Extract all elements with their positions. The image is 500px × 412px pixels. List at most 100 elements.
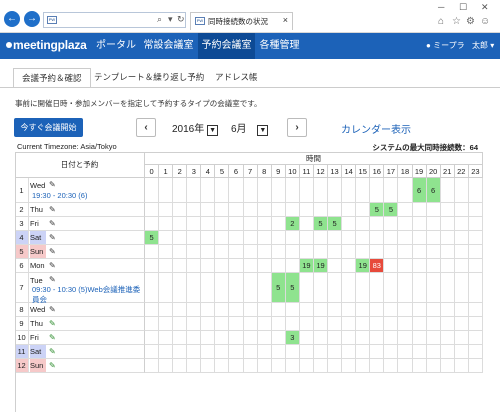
day-number: 10 [15,331,29,344]
user-menu[interactable]: ● ミープラ [426,33,465,59]
search-icon[interactable]: ⌕ [157,14,162,25]
close-window-icon[interactable]: ✕ [481,2,489,13]
hour-cell [454,245,469,259]
month-dropdown-icon[interactable]: ▼ [257,125,269,136]
start-meeting-button[interactable]: 今すぐ会議開始 [14,118,83,137]
hour-cell [370,273,385,303]
address-bar[interactable]: PW ⌕ ▾ ↻ [43,12,186,28]
browser-tab[interactable]: PW 同時接続数の状況 × [190,12,293,30]
edit-pencil-icon[interactable]: ✎ [49,219,56,228]
menu-portal[interactable]: ポータル [93,33,139,59]
prev-month-button[interactable]: ‹ [136,118,156,137]
hour-cell [229,317,244,331]
edit-pencil-icon[interactable]: ✎ [49,275,56,284]
hour-cell [201,345,216,359]
hour-cell [229,273,244,303]
menu-reserved-rooms[interactable]: 予約会議室 [198,33,255,59]
day-of-week: Sun [30,359,46,372]
edit-pencil-icon[interactable]: ✎ [49,205,56,214]
tab-close-icon[interactable]: × [283,15,288,25]
app-logo[interactable]: meetingplaza [6,38,87,52]
edit-pencil-icon[interactable]: ✎ [49,180,56,189]
dropdown-icon[interactable]: ▾ [168,14,173,25]
hour-cell [454,203,469,217]
hour-cell [229,178,244,203]
hour-cell [201,273,216,303]
hour-cell [398,303,413,317]
hour-cell [356,273,371,303]
home-icon[interactable]: ⌂ [438,16,444,27]
tab-reservation[interactable]: 会議予約＆確認 [13,68,91,88]
edit-pencil-icon[interactable]: ✎ [49,333,56,342]
tab-template[interactable]: テンプレート＆繰り返し予約 [86,68,212,88]
hour-cell [173,273,188,303]
minimize-icon[interactable]: ─ [438,2,444,12]
hour-cell [440,231,455,245]
hour-cell [370,331,385,345]
hour-cell [243,178,258,203]
year-dropdown-icon[interactable]: ▼ [207,125,219,136]
edit-pencil-icon[interactable]: ✎ [49,261,56,270]
tab-addressbook[interactable]: アドレス帳 [207,68,266,88]
hour-cell [215,178,230,203]
hour-cell [328,245,343,259]
browser-chrome: ← → PW ⌕ ▾ ↻ PW 同時接続数の状況 × ─ ☐ ✕ ⌂ ☆ ⚙ ☺ [0,0,500,33]
hour-header: 16 [370,165,385,178]
hour-cell [201,245,216,259]
edit-pencil-icon[interactable]: ✎ [49,319,56,328]
edit-pencil-icon[interactable]: ✎ [49,305,56,314]
hour-cell [271,178,286,203]
edit-pencil-icon[interactable]: ✎ [49,361,56,370]
hour-cell [229,303,244,317]
hour-header: 4 [201,165,216,178]
menu-management[interactable]: 各種管理 [256,33,303,59]
connection-count-cell: 19 [356,259,371,273]
hour-cell [299,331,314,345]
hour-cell [412,231,427,245]
hour-cell [412,331,427,345]
hour-header: 11 [299,165,314,178]
hour-cell [384,259,399,273]
forward-button[interactable]: → [24,11,40,27]
hour-cell [257,331,272,345]
hour-cell [468,203,483,217]
edit-pencil-icon[interactable]: ✎ [49,233,56,242]
next-month-button[interactable]: › [287,118,307,137]
hour-cell [468,231,483,245]
hour-cell [173,231,188,245]
hour-cell [356,359,371,373]
smiley-icon[interactable]: ☺ [480,16,490,27]
hour-cell [159,303,174,317]
hour-header: 9 [271,165,286,178]
hour-cell [201,303,216,317]
maximize-icon[interactable]: ☐ [459,2,467,13]
connection-count-cell: 5 [328,217,343,231]
menu-permanent-rooms[interactable]: 常設会議室 [140,33,197,59]
hour-cell [328,303,343,317]
refresh-icon[interactable]: ↻ [177,14,185,25]
hour-cell [468,259,483,273]
back-button[interactable]: ← [4,11,20,27]
hour-cell [328,203,343,217]
hour-cell [426,231,441,245]
reservation-link[interactable]: 19:30 - 20:30 (6) [32,191,87,200]
hour-cell [412,217,427,231]
calendar-view-link[interactable]: カレンダー表示 [341,121,411,136]
hour-cell [384,178,399,203]
hour-cell [173,178,188,203]
reservation-link[interactable]: 09:30 - 10:30 (5)Web会議推進委員会 [32,285,142,305]
year-select[interactable]: 2016年 ▼ [172,120,219,136]
hour-cell [271,317,286,331]
star-icon[interactable]: ☆ [452,16,461,27]
connection-count-cell: 3 [285,331,300,345]
edit-pencil-icon[interactable]: ✎ [49,347,56,356]
hour-cell [159,273,174,303]
day-cell: 1 Wed ✎ 19:30 - 20:30 (6) [15,178,145,203]
edit-pencil-icon[interactable]: ✎ [49,247,56,256]
hour-cell [468,245,483,259]
user-sub-menu[interactable]: 太郎 ▾ [472,33,494,59]
hour-cell [454,303,469,317]
gear-icon[interactable]: ⚙ [466,16,475,27]
month-select[interactable]: 6月 ▼ [231,120,269,136]
hour-cell [328,331,343,345]
